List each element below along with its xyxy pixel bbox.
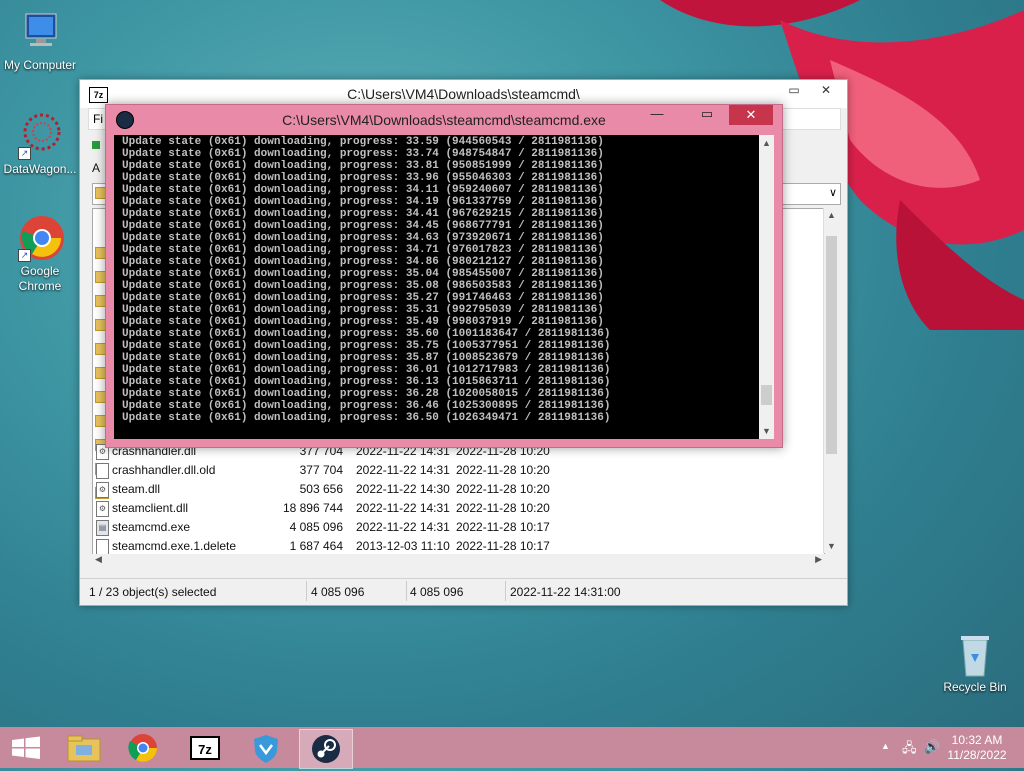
file-icon <box>96 539 109 554</box>
status-date: 2022-11-22 14:31:00 <box>510 585 621 599</box>
taskbar-steam[interactable] <box>299 729 353 769</box>
exe-icon: ▤ <box>96 520 109 536</box>
toolbar-add-icon[interactable] <box>92 141 100 149</box>
shortcut-arrow-icon: ↗ <box>18 147 31 160</box>
taskbar-vpn[interactable] <box>240 729 292 767</box>
7zip-icon: 7z <box>190 736 220 760</box>
console-output[interactable]: Update state (0x61) downloading, progres… <box>114 135 759 439</box>
scrollbar-thumb[interactable] <box>826 236 837 454</box>
file-icon <box>96 463 109 479</box>
vpn-shield-icon <box>254 735 278 763</box>
clock[interactable]: 10:32 AM 11/28/2022 <box>942 733 1012 763</box>
scroll-up-icon[interactable]: ▲ <box>759 138 774 148</box>
datawagon-desktop-icon[interactable]: ↗ DataWagon... <box>0 112 80 176</box>
recycle-bin-desktop-icon[interactable]: Recycle Bin <box>935 630 1015 694</box>
dll-icon: ⚙ <box>96 501 109 517</box>
network-icon[interactable]: 🖧 <box>902 739 917 761</box>
file-list-vertical-scrollbar[interactable]: ▲ ▼ <box>823 208 839 553</box>
menu-item-file[interactable]: Fi <box>93 112 103 126</box>
chevron-down-icon[interactable]: ∨ <box>829 186 837 199</box>
chrome-icon <box>128 734 157 762</box>
scroll-up-icon[interactable]: ▲ <box>824 210 839 220</box>
file-explorer-icon <box>67 735 101 762</box>
taskbar-chrome[interactable] <box>117 729 169 767</box>
scroll-left-icon[interactable]: ◀ <box>95 554 102 565</box>
steamcmd-console-window[interactable]: C:\Users\VM4\Downloads\steamcmd\steamcmd… <box>105 104 783 448</box>
table-row[interactable]: crashhandler.dll.old 377 704 2022-11-22 … <box>93 461 824 480</box>
status-size: 4 085 096 <box>311 585 365 599</box>
datawagon-icon: ↗ <box>16 112 64 160</box>
steam-icon <box>312 735 340 763</box>
table-row[interactable]: ⚙ steamclient.dll 18 896 744 2022-11-22 … <box>93 499 824 518</box>
my-computer-desktop-icon[interactable]: My Computer <box>0 8 80 72</box>
taskbar-file-explorer[interactable] <box>58 729 110 767</box>
clock-time: 10:32 AM <box>951 733 1003 747</box>
recycle-bin-icon <box>951 630 999 678</box>
scrollbar-thumb[interactable] <box>761 385 772 405</box>
desktop-icon-label: Google Chrome <box>18 264 62 293</box>
status-divider <box>505 581 506 601</box>
dll-icon: ⚙ <box>96 482 109 498</box>
toolbar-label: A <box>92 161 101 175</box>
minimize-icon[interactable]: — <box>642 105 672 125</box>
maximize-icon[interactable]: ▭ <box>692 105 722 125</box>
status-bar: 1 / 23 object(s) selected 4 085 096 4 08… <box>80 578 847 605</box>
status-divider <box>406 581 407 601</box>
window-title: C:\Users\VM4\Downloads\steamcmd\ <box>347 86 580 102</box>
table-row[interactable]: ⚙ steam.dll 503 656 2022-11-22 14:30 202… <box>93 480 824 499</box>
shortcut-arrow-icon: ↗ <box>18 249 31 262</box>
console-scrollbar[interactable]: ▲ ▼ <box>759 135 774 439</box>
file-list-horizontal-scrollbar[interactable]: ◀ ▶ <box>92 554 825 569</box>
status-selection: 1 / 23 object(s) selected <box>89 585 217 599</box>
desktop-icon-label: My Computer <box>3 58 77 72</box>
show-hidden-icons-icon[interactable]: ▲ <box>881 741 890 751</box>
start-icon <box>12 736 40 759</box>
desktop-icon-label: Recycle Bin <box>943 680 1007 694</box>
close-button[interactable]: ✕ <box>729 105 773 125</box>
status-divider <box>306 581 307 601</box>
table-row[interactable]: steamcmd.exe.1.delete 1 687 464 2013-12-… <box>93 537 824 554</box>
scroll-down-icon[interactable]: ▼ <box>759 426 774 436</box>
volume-icon[interactable]: 🔊 <box>924 739 940 755</box>
table-row[interactable]: ▤ steamcmd.exe 4 085 096 2022-11-22 14:3… <box>93 518 824 537</box>
scroll-down-icon[interactable]: ▼ <box>824 541 839 551</box>
console-text: Update state (0x61) downloading, progres… <box>122 136 611 424</box>
desktop-icon-label: DataWagon... <box>3 162 77 176</box>
close-icon[interactable]: ✕ <box>811 80 841 102</box>
window-title: C:\Users\VM4\Downloads\steamcmd\steamcmd… <box>282 112 606 128</box>
status-packed-size: 4 085 096 <box>410 585 464 599</box>
computer-icon <box>16 8 64 56</box>
scroll-right-icon[interactable]: ▶ <box>815 554 822 565</box>
chrome-icon: ↗ <box>16 214 64 262</box>
window-titlebar[interactable]: C:\Users\VM4\Downloads\steamcmd\steamcmd… <box>106 105 782 133</box>
system-tray: ▲ 🖧 🔊 10:32 AM 11/28/2022 <box>864 727 1024 768</box>
svg-text:7z: 7z <box>198 742 212 757</box>
maximize-icon[interactable]: ▭ <box>779 80 809 102</box>
google-chrome-desktop-icon[interactable]: ↗ Google Chrome <box>0 214 80 294</box>
start-button[interactable] <box>0 729 52 767</box>
clock-date: 11/28/2022 <box>947 748 1007 762</box>
taskbar-7zip[interactable]: 7z <box>179 729 231 767</box>
taskbar: 7z ▲ 🖧 🔊 10:32 AM 11/28/2022 <box>0 727 1024 769</box>
